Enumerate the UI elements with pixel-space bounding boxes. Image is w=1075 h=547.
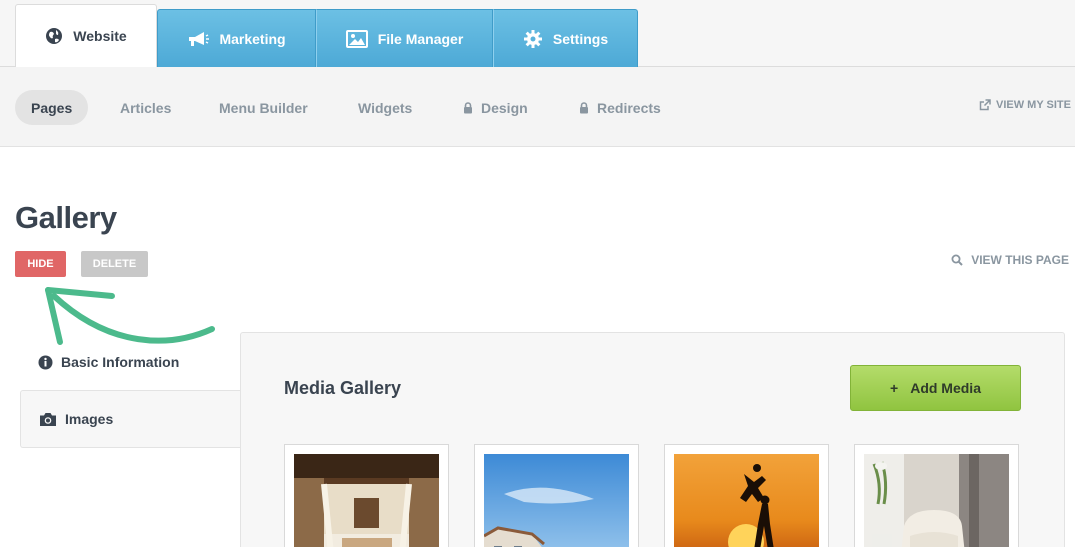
tab-file-manager[interactable]: File Manager bbox=[316, 9, 493, 67]
subnav-label: Widgets bbox=[358, 99, 413, 116]
tab-label: File Manager bbox=[377, 30, 464, 47]
view-this-page-label: VIEW THIS PAGE bbox=[971, 253, 1069, 267]
leftnav-label: Images bbox=[65, 411, 114, 427]
add-media-button[interactable]: + Add Media bbox=[850, 365, 1021, 411]
media-thumbnail[interactable] bbox=[474, 444, 639, 547]
sunset-couple-photo bbox=[674, 454, 819, 547]
megaphone-icon bbox=[187, 30, 210, 48]
leftnav-basic-information[interactable]: Basic Information bbox=[20, 333, 242, 391]
interior-chair-photo bbox=[864, 454, 1009, 547]
globe-icon bbox=[45, 27, 63, 45]
view-my-site-link[interactable]: VIEW MY SITE bbox=[979, 99, 1071, 111]
media-thumbnail[interactable] bbox=[664, 444, 829, 547]
lock-icon bbox=[579, 101, 589, 114]
lock-icon bbox=[463, 101, 473, 114]
subnav-label: Menu Builder bbox=[219, 99, 308, 116]
image-icon bbox=[345, 29, 368, 48]
add-media-label: Add Media bbox=[910, 380, 981, 396]
subnav-label: Design bbox=[481, 99, 528, 116]
subnav-pages[interactable]: Pages bbox=[15, 90, 89, 125]
sky-building-photo bbox=[483, 454, 629, 547]
external-link-icon bbox=[979, 99, 991, 111]
info-icon bbox=[38, 355, 53, 370]
camera-icon bbox=[39, 412, 57, 427]
plus-icon: + bbox=[890, 380, 899, 396]
subnav-articles[interactable]: Articles bbox=[120, 90, 171, 125]
leftnav-label: Basic Information bbox=[61, 354, 180, 370]
tab-website[interactable]: Website bbox=[15, 4, 157, 68]
subnav-label: Redirects bbox=[597, 99, 661, 116]
search-icon bbox=[951, 254, 963, 266]
subnav-widgets[interactable]: Widgets bbox=[358, 90, 412, 125]
tab-label: Settings bbox=[552, 30, 609, 47]
media-gallery-title: Media Gallery bbox=[284, 378, 402, 398]
subnav-design[interactable]: Design bbox=[463, 90, 528, 125]
delete-button[interactable]: DELETE bbox=[81, 251, 148, 277]
hide-button[interactable]: HIDE bbox=[15, 251, 66, 277]
tab-label: Marketing bbox=[219, 30, 286, 47]
view-this-page-link[interactable]: VIEW THIS PAGE bbox=[951, 253, 1069, 267]
subnav-label: Articles bbox=[120, 99, 172, 116]
top-tab-bar: Website Marketing File Manager Settings bbox=[0, 0, 1075, 68]
media-thumbnail[interactable] bbox=[854, 444, 1019, 547]
subnav-label: Pages bbox=[31, 99, 73, 116]
gear-icon bbox=[523, 29, 543, 49]
tab-label: Website bbox=[73, 28, 127, 44]
view-my-site-label: VIEW MY SITE bbox=[996, 99, 1071, 111]
media-thumbnail[interactable] bbox=[284, 444, 449, 547]
subnav-menu-builder[interactable]: Menu Builder bbox=[219, 90, 308, 125]
leftnav-images[interactable]: Images bbox=[20, 390, 242, 448]
bedroom-photo bbox=[294, 454, 439, 547]
subnav-redirects[interactable]: Redirects bbox=[579, 90, 661, 125]
page-title: Gallery bbox=[15, 200, 117, 235]
sub-nav: Pages Articles Menu Builder Widgets Desi… bbox=[0, 67, 1075, 147]
tab-marketing[interactable]: Marketing bbox=[157, 9, 316, 67]
tab-settings[interactable]: Settings bbox=[493, 9, 638, 67]
